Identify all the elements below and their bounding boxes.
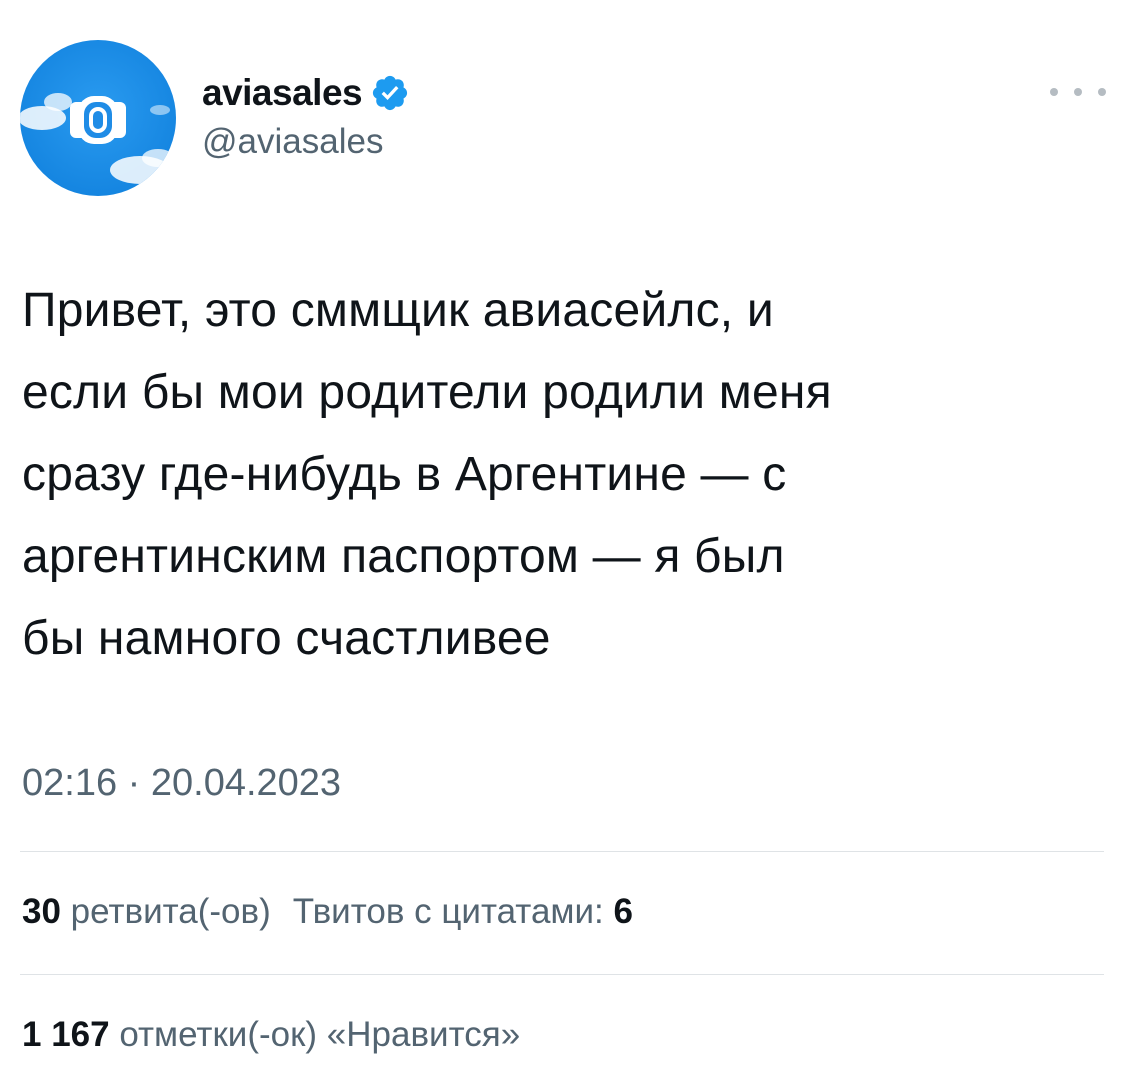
quotes-stat[interactable]: Твитов с цитатами: 6 [293, 892, 633, 931]
more-options-button[interactable] [1050, 80, 1106, 104]
divider [20, 851, 1104, 852]
quotes-count: 6 [613, 892, 633, 931]
aviasales-logo-icon [20, 40, 176, 196]
quotes-label: Твитов с цитатами: [292, 892, 604, 931]
retweets-stat[interactable]: 30 ретвита(-ов) [22, 892, 271, 931]
tweet-timestamp: 02:16 · 20.04.2023 [22, 762, 341, 805]
likes-stat[interactable]: 1 167 отметки(-ок) «Нравится» [22, 1015, 520, 1054]
retweets-label: ретвита(-ов) [70, 892, 271, 931]
retweets-count: 30 [22, 892, 61, 931]
more-dot-icon [1098, 88, 1106, 96]
timestamp-separator: · [127, 762, 141, 804]
name-row: aviasales [202, 68, 410, 118]
verified-badge-icon [373, 75, 408, 111]
likes-count: 1 167 [22, 1015, 110, 1054]
avatar[interactable] [20, 40, 176, 196]
likes-stats-row: 1 167 отметки(-ок) «Нравится» [22, 1015, 520, 1055]
tweet-text: Привет, это сммщик авиасейлс, и если бы … [22, 284, 832, 665]
user-block: aviasales @aviasales [202, 68, 410, 162]
tweet-time[interactable]: 02:16 [22, 762, 117, 804]
more-dot-icon [1074, 88, 1082, 96]
likes-label: отметки(-ок) «Нравится» [119, 1015, 521, 1054]
handle[interactable]: @aviasales [202, 122, 410, 162]
display-name[interactable]: aviasales [202, 72, 363, 114]
retweet-stats-row: 30 ретвита(-ов) Твитов с цитатами: 6 [22, 892, 633, 932]
divider [20, 974, 1104, 975]
more-dot-icon [1050, 88, 1058, 96]
tweet-date[interactable]: 20.04.2023 [151, 762, 341, 804]
